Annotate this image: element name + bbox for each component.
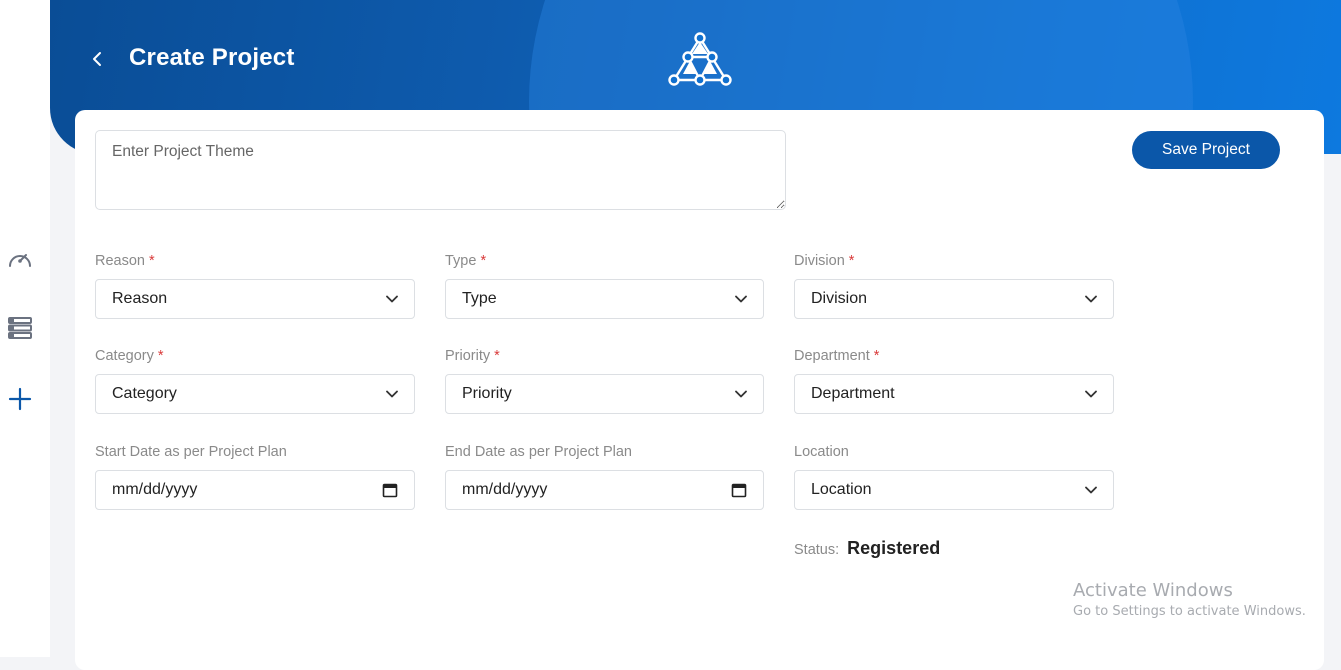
- department-select[interactable]: Department: [794, 374, 1114, 414]
- watermark-subtitle: Go to Settings to activate Windows.: [1073, 604, 1306, 619]
- calendar-icon[interactable]: [382, 482, 398, 498]
- chevron-down-icon: [1085, 390, 1097, 398]
- location-select-value: Location: [811, 481, 872, 498]
- activate-windows-watermark: Activate Windows Go to Settings to activ…: [1073, 580, 1306, 622]
- chevron-down-icon: [386, 295, 398, 303]
- end-date-label: End Date as per Project Plan: [445, 444, 632, 460]
- category-label: Category: [95, 348, 154, 364]
- category-field: Category * Category: [95, 346, 415, 414]
- department-label: Department: [794, 348, 870, 364]
- reason-field: Reason * Reason: [95, 251, 415, 319]
- server-list-icon: [8, 317, 32, 339]
- network-triangle-logo: [668, 32, 732, 86]
- chevron-left-icon: [93, 52, 101, 66]
- type-field: Type * Type: [445, 251, 764, 319]
- end-date-input[interactable]: mm/dd/yyyy: [445, 470, 764, 510]
- location-select[interactable]: Location: [794, 470, 1114, 510]
- priority-label: Priority: [445, 348, 491, 364]
- page-title: Create Project: [129, 44, 295, 71]
- category-select[interactable]: Category: [95, 374, 415, 414]
- location-label: Location: [794, 444, 849, 460]
- division-label: Division: [794, 253, 845, 269]
- chevron-down-icon: [735, 295, 747, 303]
- dashboard-button[interactable]: [4, 243, 36, 275]
- status-label: Status:: [794, 542, 840, 558]
- project-theme-input[interactable]: [95, 130, 786, 210]
- required-marker: *: [157, 348, 164, 364]
- required-marker: *: [848, 253, 855, 269]
- required-marker: *: [480, 253, 487, 269]
- chevron-down-icon: [1085, 486, 1097, 494]
- save-project-button[interactable]: Save Project: [1132, 131, 1280, 169]
- type-select-value: Type: [462, 290, 497, 307]
- division-field: Division * Division: [794, 251, 1114, 319]
- speedometer-icon: [9, 254, 31, 267]
- status-value: Registered: [847, 538, 941, 558]
- type-label: Type: [445, 253, 477, 269]
- watermark-title: Activate Windows: [1073, 580, 1233, 601]
- start-date-field: Start Date as per Project Plan mm/dd/yyy…: [95, 442, 415, 510]
- reason-select[interactable]: Reason: [95, 279, 415, 319]
- end-date-field: End Date as per Project Plan mm/dd/yyyy: [445, 442, 764, 510]
- start-date-value: mm/dd/yyyy: [112, 481, 198, 498]
- start-date-label: Start Date as per Project Plan: [95, 444, 287, 460]
- reason-select-value: Reason: [112, 290, 168, 307]
- division-select[interactable]: Division: [794, 279, 1114, 319]
- required-marker: *: [873, 348, 880, 364]
- start-date-input[interactable]: mm/dd/yyyy: [95, 470, 415, 510]
- sidebar: [0, 0, 50, 657]
- back-button[interactable]: [86, 46, 108, 72]
- category-select-value: Category: [112, 385, 177, 402]
- required-marker: *: [494, 348, 500, 364]
- end-date-value: mm/dd/yyyy: [462, 481, 548, 498]
- priority-field: Priority * Priority: [445, 346, 764, 414]
- department-field: Department * Department: [794, 346, 1114, 414]
- division-select-value: Division: [811, 290, 868, 307]
- projects-list-button[interactable]: [4, 312, 36, 344]
- required-marker: *: [148, 253, 155, 269]
- chevron-down-icon: [386, 390, 398, 398]
- chevron-down-icon: [735, 390, 747, 398]
- chevron-down-icon: [1085, 295, 1097, 303]
- reason-label: Reason: [95, 253, 145, 269]
- status-line: Status: Registered: [794, 538, 940, 559]
- priority-select-value: Priority: [462, 385, 512, 402]
- plus-icon: [8, 387, 32, 411]
- priority-select[interactable]: Priority: [445, 374, 764, 414]
- department-select-value: Department: [811, 385, 895, 402]
- calendar-icon[interactable]: [731, 482, 747, 498]
- type-select[interactable]: Type: [445, 279, 764, 319]
- location-field: Location Location: [794, 442, 1114, 510]
- create-project-button[interactable]: [4, 383, 36, 415]
